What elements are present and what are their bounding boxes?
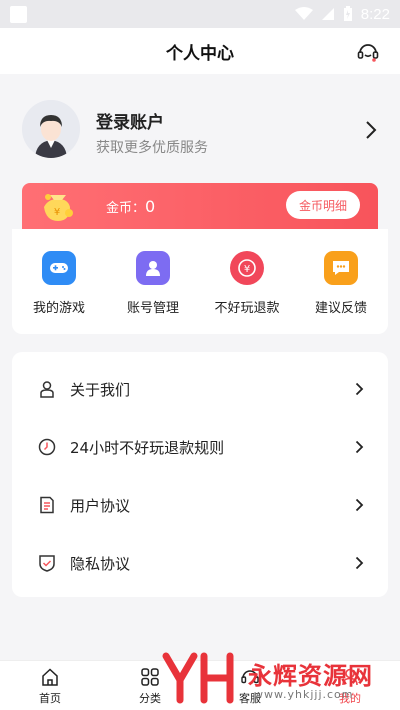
menu-item-user-agreement[interactable]: 用户协议	[12, 476, 388, 534]
quick-action-label: 建议反馈	[314, 301, 367, 316]
svg-text:¥: ¥	[54, 207, 60, 218]
tab-home[interactable]: 首页	[0, 661, 100, 710]
profile-icon	[342, 668, 358, 686]
menu-item-label: 关于我们	[70, 380, 131, 399]
quick-actions: 我的游戏 账号管理 ¥ 不好玩退款 建议反馈	[12, 229, 388, 334]
tab-category[interactable]: 分类	[100, 661, 200, 710]
chevron-right-icon	[355, 440, 364, 454]
avatar-placeholder-icon	[22, 100, 80, 158]
quick-action-refund[interactable]: ¥ 不好玩退款	[200, 229, 294, 334]
tab-service[interactable]: 客服	[200, 661, 300, 710]
login-account-title[interactable]: 登录账户	[96, 108, 164, 133]
profile-section[interactable]: 登录账户 获取更多优质服务	[0, 74, 400, 186]
tab-label: 客服	[239, 692, 261, 705]
gamepad-icon	[42, 251, 76, 285]
page-title: 个人中心	[166, 43, 234, 64]
menu-item-privacy[interactable]: 隐私协议	[12, 534, 388, 592]
menu-item-label: 24小时不好玩退款规则	[70, 438, 225, 457]
customer-service-icon[interactable]	[356, 40, 380, 64]
coin-value: 0	[145, 197, 156, 216]
quick-action-account[interactable]: 账号管理	[106, 229, 200, 334]
person-outline-icon	[40, 381, 54, 398]
home-icon	[42, 668, 58, 686]
signal-icon	[321, 8, 334, 20]
quick-action-label: 账号管理	[126, 301, 179, 316]
avatar[interactable]	[22, 100, 80, 158]
coin-balance-bar: ¥ 金币：0 金币明细	[22, 183, 378, 229]
user-icon	[136, 251, 170, 285]
svg-text:¥: ¥	[244, 264, 250, 275]
grid-icon	[141, 668, 159, 686]
notification-icon	[10, 5, 27, 23]
quick-action-feedback[interactable]: 建议反馈	[294, 229, 388, 334]
coin-bag-icon: ¥	[44, 194, 73, 221]
chevron-right-icon	[355, 498, 364, 512]
headset-icon	[241, 670, 259, 684]
quick-action-label: 不好玩退款	[214, 301, 280, 316]
quick-action-label: 我的游戏	[32, 301, 85, 316]
status-bar: 8:22	[0, 0, 400, 28]
tab-mine[interactable]: 我的	[300, 661, 400, 710]
login-account-subtitle: 获取更多优质服务	[96, 140, 208, 156]
coin-label: 金币：0	[106, 197, 156, 216]
tab-label: 首页	[39, 692, 61, 705]
coin-detail-button[interactable]: 金币明细	[286, 191, 360, 219]
wifi-icon	[294, 7, 313, 20]
tab-label: 我的	[339, 692, 361, 705]
bottom-tab-bar: 首页 分类 客服 我的	[0, 660, 400, 710]
chat-bubble-icon	[324, 251, 358, 285]
menu-item-about-us[interactable]: 关于我们	[12, 360, 388, 418]
menu-item-label: 用户协议	[70, 496, 131, 515]
shield-check-icon	[39, 555, 55, 572]
chevron-right-icon	[355, 382, 364, 396]
yuan-coin-icon: ¥	[230, 251, 264, 285]
menu-item-refund-rules[interactable]: 24小时不好玩退款规则	[12, 418, 388, 476]
settings-menu: 关于我们 24小时不好玩退款规则 用户协议 隐私协议	[12, 352, 388, 597]
status-time: 8:22	[360, 5, 390, 23]
chevron-right-icon[interactable]	[364, 120, 378, 140]
quick-action-my-games[interactable]: 我的游戏	[12, 229, 106, 334]
menu-item-label: 隐私协议	[70, 554, 131, 573]
tab-label: 分类	[139, 692, 161, 705]
top-nav-bar: 个人中心	[0, 28, 400, 74]
document-icon	[40, 496, 54, 514]
chevron-right-icon	[355, 556, 364, 570]
clock-icon	[38, 438, 56, 456]
battery-icon	[343, 6, 352, 21]
